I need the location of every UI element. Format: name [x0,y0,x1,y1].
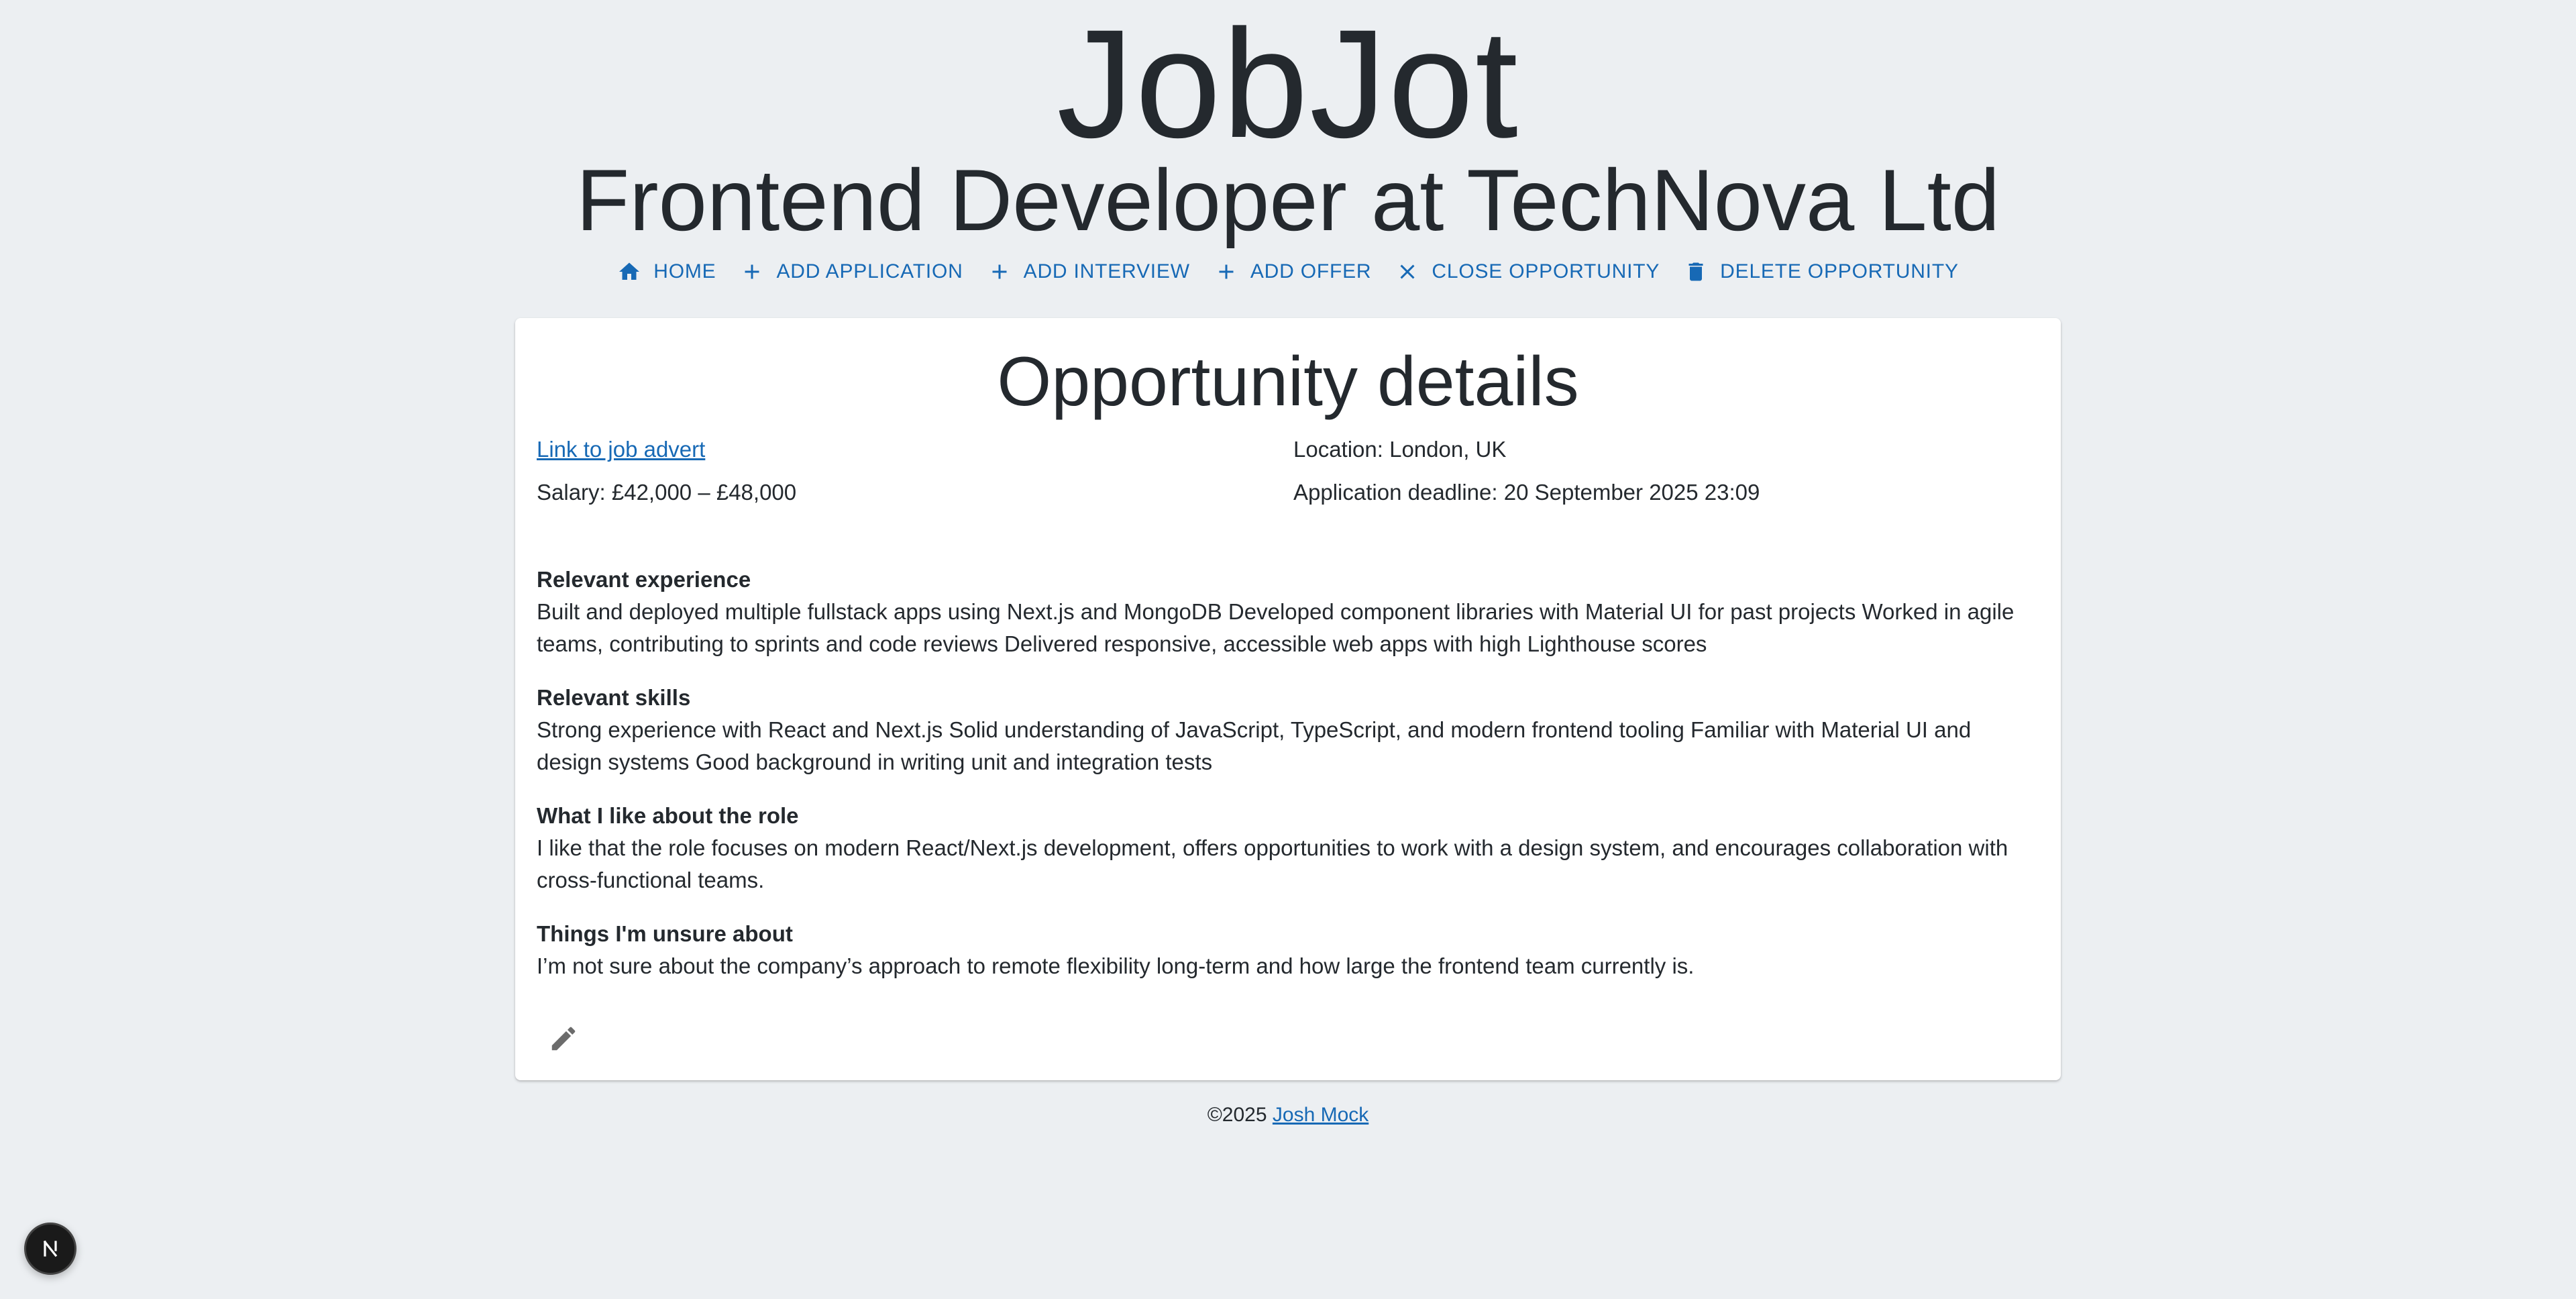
home-icon [619,262,640,280]
plus-icon [992,264,1007,279]
section-heading: Relevant skills [537,685,691,710]
delete-opportunity-button[interactable]: DELETE OPPORTUNITY [1674,252,1968,292]
author-link[interactable]: Josh Mock [1273,1104,1368,1126]
plus-icon [1219,264,1234,279]
action-toolbar: HOME ADD APPLICATION ADD INTERVIEW ADD O… [0,252,2576,292]
deadline-text: Application deadline: 20 September 2025 … [1293,480,1760,505]
app-title: JobJot [1057,0,1519,170]
section-heading: Things I'm unsure about [537,921,793,946]
close-opportunity-button[interactable]: CLOSE OPPORTUNITY [1386,252,1669,292]
delete-opportunity-button-label: DELETE OPPORTUNITY [1720,260,1959,282]
job-advert-link[interactable]: Link to job advert [537,437,705,462]
close-icon [1400,264,1415,279]
pencil-icon [551,1027,576,1051]
section-body: I like that the role focuses on modern R… [537,835,2008,892]
section-heading: What I like about the role [537,803,799,828]
add-interview-button-label: ADD INTERVIEW [1023,260,1190,282]
section-what-i-like: What I like about the role I like that t… [537,800,2039,896]
close-opportunity-button-label: CLOSE OPPORTUNITY [1432,260,1660,282]
job-advert-link-row: Link to job advert [537,435,705,464]
section-body: Built and deployed multiple fullstack ap… [537,599,2015,656]
nextjs-dev-badge[interactable] [24,1223,76,1275]
add-application-button-label: ADD APPLICATION [776,260,963,282]
copyright-text: ©2025 [1207,1104,1267,1126]
location-text: Location: London, UK [1293,437,1507,462]
home-button[interactable]: HOME [608,252,725,292]
footer: ©2025 Josh Mock [0,1100,2576,1130]
add-offer-button-label: ADD OFFER [1250,260,1372,282]
section-relevant-skills: Relevant skills Strong experience with R… [537,682,2039,778]
add-interview-button[interactable]: ADD INTERVIEW [978,252,1199,292]
plus-icon [745,264,759,279]
section-relevant-experience: Relevant experience Built and deployed m… [537,564,2039,660]
section-unsure-about: Things I'm unsure about I’m not sure abo… [537,918,2039,982]
home-button-label: HOME [653,260,716,282]
opportunity-details-card: Opportunity details Link to job advert L… [515,318,2061,1080]
nextjs-logo-icon [43,1240,58,1257]
add-offer-button[interactable]: ADD OFFER [1205,252,1381,292]
salary-text: Salary: £42,000 – £48,000 [537,480,797,505]
section-body: I’m not sure about the company’s approac… [537,953,1695,978]
section-body: Strong experience with React and Next.js… [537,717,1972,774]
card-title: Opportunity details [997,343,1579,421]
trash-icon [1688,262,1703,281]
page-title: Frontend Developer at TechNova Ltd [576,151,2000,249]
section-heading: Relevant experience [537,567,751,592]
add-application-button[interactable]: ADD APPLICATION [731,252,972,292]
edit-button[interactable] [537,1012,590,1066]
